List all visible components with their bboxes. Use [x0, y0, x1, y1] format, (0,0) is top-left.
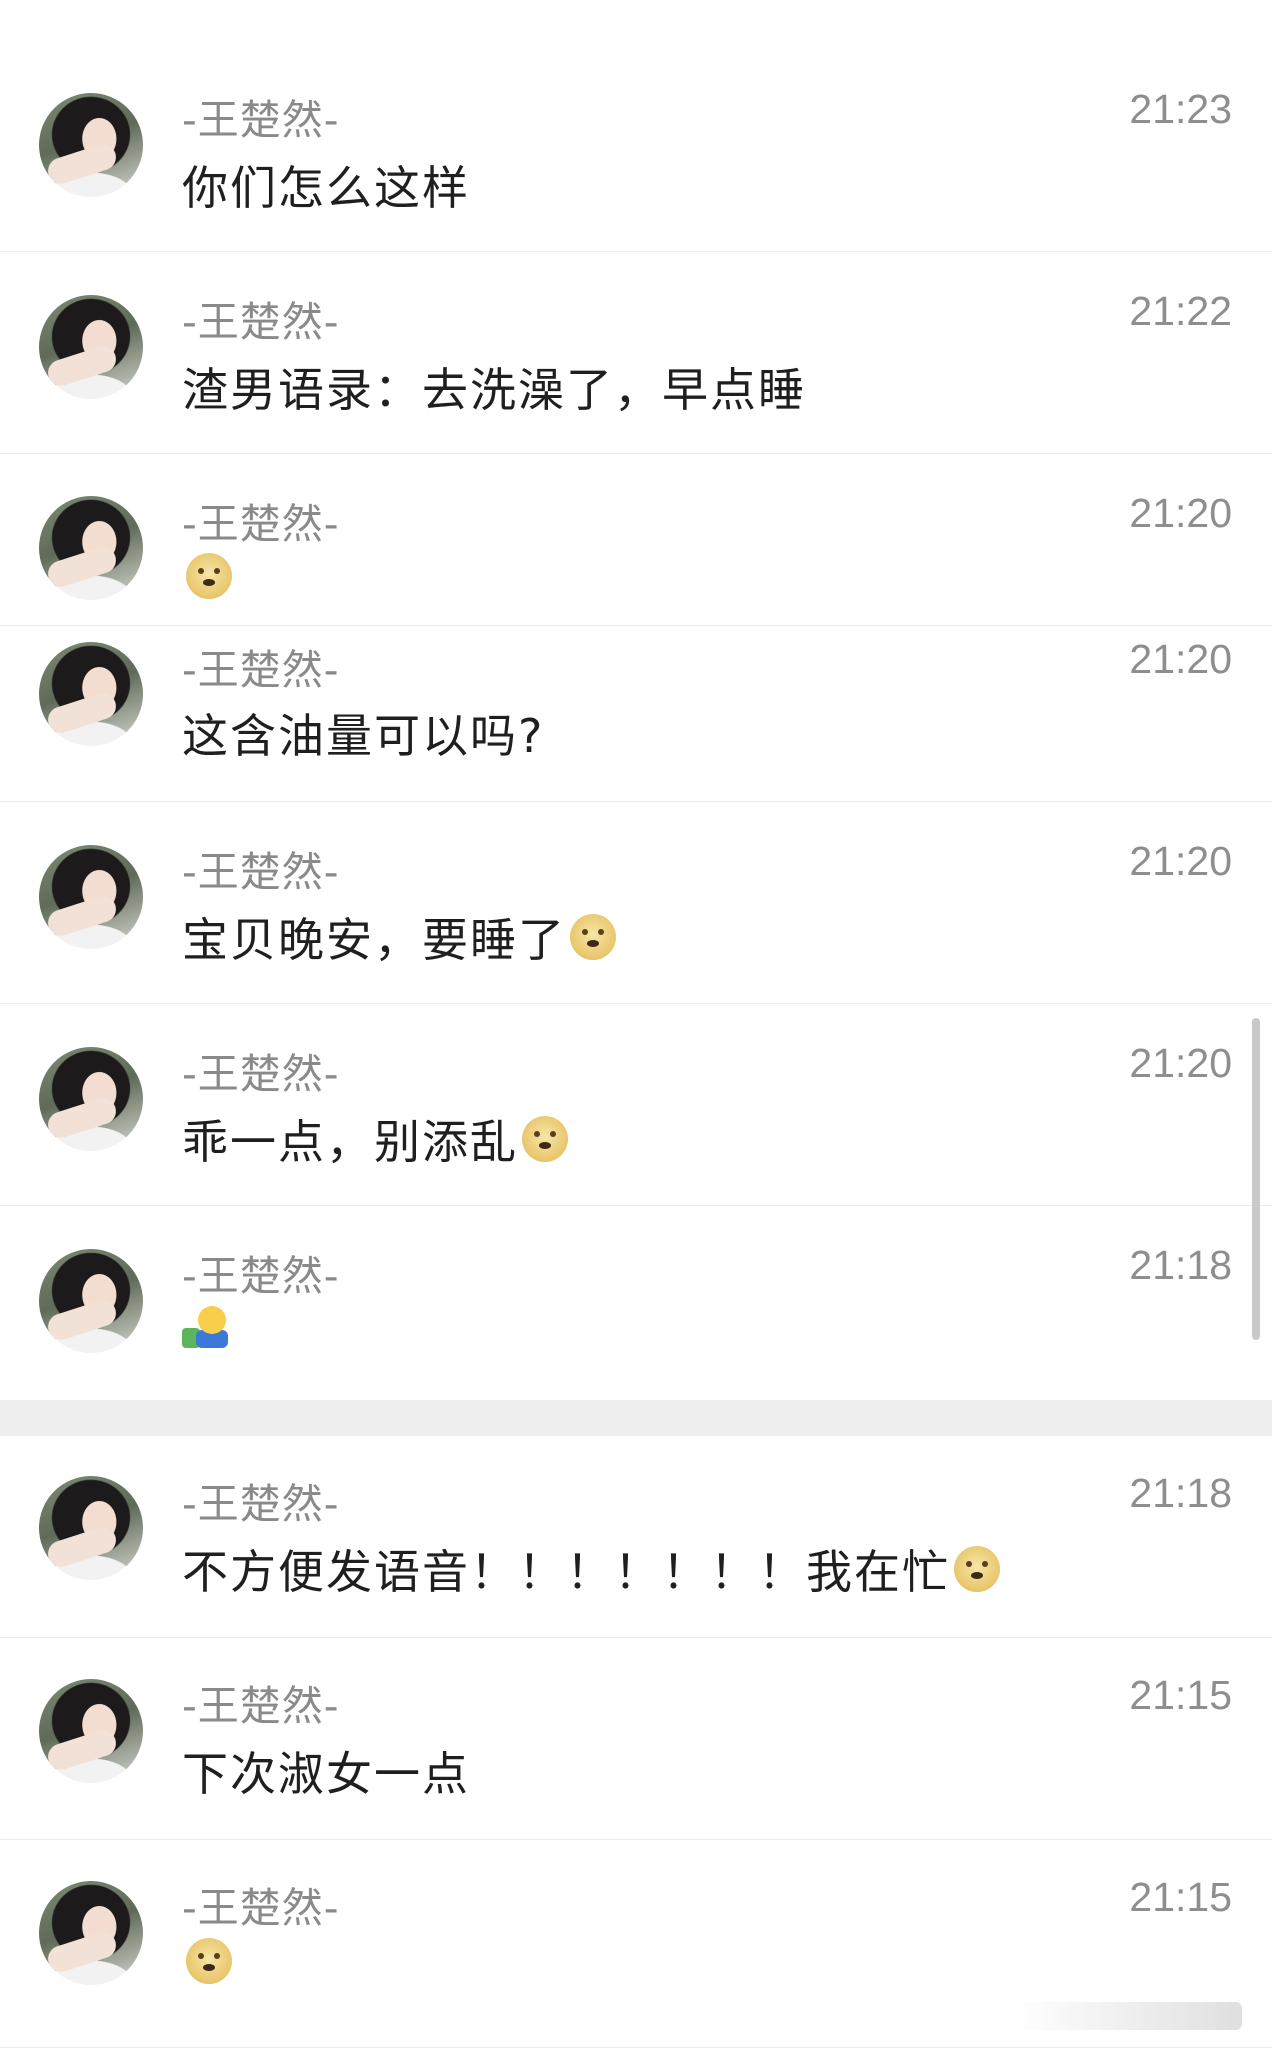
avatar[interactable] [39, 93, 143, 197]
message-row[interactable]: -王楚然- 21:20 乖一点，别添乱 [0, 1004, 1272, 1206]
sender-name: -王楚然- [182, 500, 340, 548]
message-time: 21:18 [1129, 1470, 1232, 1516]
message-text: 不方便发语音！！！！！！！我在忙 [182, 1536, 1000, 1602]
message-time: 21:20 [1129, 636, 1232, 682]
avatar[interactable] [39, 1249, 143, 1353]
sender-name: -王楚然- [182, 96, 340, 144]
message-row[interactable]: -王楚然- 21:15 下次淑女一点 [0, 1638, 1272, 1840]
message-time: 21:18 [1129, 1242, 1232, 1288]
message-time: 21:20 [1129, 1040, 1232, 1086]
doge-emoji-icon [186, 553, 232, 599]
avatar[interactable] [39, 642, 143, 746]
top-strip [0, 0, 1272, 51]
doge-emoji-icon [186, 1938, 232, 1984]
sender-name: -王楚然- [182, 1480, 340, 1528]
message-text: 渣男语录：去洗澡了，早点睡 [182, 354, 806, 420]
sender-name: -王楚然- [182, 1682, 340, 1730]
sender-name: -王楚然- [182, 1050, 340, 1098]
message-row[interactable]: -王楚然- 21:18 不方便发语音！！！！！！！我在忙 [0, 1436, 1272, 1638]
message-row[interactable]: -王楚然- 21:20 宝贝晚安，要睡了 [0, 802, 1272, 1004]
avatar[interactable] [39, 1047, 143, 1151]
avatar[interactable] [39, 295, 143, 399]
sender-name: -王楚然- [182, 848, 340, 896]
sender-name: -王楚然- [182, 298, 340, 346]
sender-name: -王楚然- [182, 1252, 340, 1300]
message-text: 乖一点，别添乱 [182, 1106, 568, 1172]
message-row[interactable]: -王楚然- 21:22 渣男语录：去洗澡了，早点睡 [0, 252, 1272, 454]
watering-plant-emoji-icon [182, 1306, 230, 1350]
message-time: 21:20 [1129, 490, 1232, 536]
avatar[interactable] [39, 1476, 143, 1580]
avatar[interactable] [39, 496, 143, 600]
message-text [182, 1306, 230, 1350]
message-text-content: 不方便发语音！！！！！！！我在忙 [182, 1545, 950, 1599]
message-text [182, 1938, 232, 1984]
message-time: 21:15 [1129, 1672, 1232, 1718]
message-text-content: 你们怎么这样 [182, 161, 470, 215]
watermark [1012, 2002, 1242, 2030]
message-text-content: 这含油量可以吗? [182, 709, 545, 763]
message-time: 21:23 [1129, 86, 1232, 132]
sender-name: -王楚然- [182, 646, 340, 694]
section-divider [0, 1401, 1272, 1436]
doge-emoji-icon [954, 1546, 1000, 1592]
message-row[interactable]: -王楚然- 21:20 这含油量可以吗? [0, 626, 1272, 802]
message-row[interactable]: -王楚然- 21:18 [0, 1206, 1272, 1401]
message-time: 21:15 [1129, 1874, 1232, 1920]
sender-name: -王楚然- [182, 1884, 340, 1932]
message-text: 你们怎么这样 [182, 152, 470, 218]
avatar[interactable] [39, 1881, 143, 1985]
avatar[interactable] [39, 1679, 143, 1783]
message-text-content: 乖一点，别添乱 [182, 1115, 518, 1169]
doge-emoji-icon [570, 914, 616, 960]
message-text: 下次淑女一点 [182, 1738, 470, 1804]
doge-emoji-icon [522, 1116, 568, 1162]
message-text: 宝贝晚安，要睡了 [182, 904, 616, 970]
message-text [182, 553, 232, 599]
message-time: 21:20 [1129, 838, 1232, 884]
scrollbar[interactable] [1252, 1018, 1260, 1340]
message-text-content: 下次淑女一点 [182, 1747, 470, 1801]
message-time: 21:22 [1129, 288, 1232, 334]
message-text-content: 宝贝晚安，要睡了 [182, 913, 566, 967]
message-row[interactable]: -王楚然- 21:23 你们怎么这样 [0, 50, 1272, 252]
avatar[interactable] [39, 845, 143, 949]
message-text-content: 渣男语录：去洗澡了，早点睡 [182, 363, 806, 417]
message-text: 这含油量可以吗? [182, 700, 544, 766]
message-row[interactable]: -王楚然- 21:20 [0, 454, 1272, 626]
